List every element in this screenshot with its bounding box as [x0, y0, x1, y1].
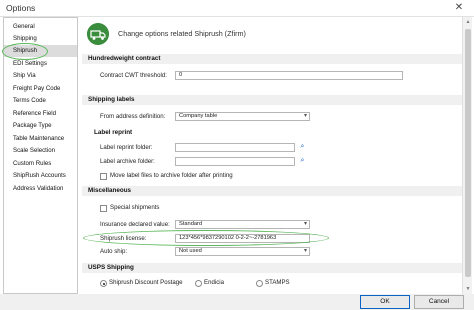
sidebar-item-freight-pay-code[interactable]: Freight Pay Code [4, 83, 77, 95]
cwt-threshold-input[interactable]: 0 [175, 71, 403, 80]
sidebar-item-edi-settings[interactable]: EDI Settings [4, 58, 77, 70]
insurance-value-select[interactable]: Standard [175, 220, 310, 229]
from-address-select[interactable]: Company table [175, 112, 310, 121]
from-address-label: From address definition: [100, 113, 166, 120]
scroll-thumb[interactable] [465, 29, 471, 277]
dialog-footer: OK Cancel [0, 294, 474, 310]
reprint-folder-search-icon[interactable]: ⌕ [297, 143, 308, 152]
section-label-reprint: Label reprint [94, 129, 133, 136]
auto-ship-label: Auto ship: [100, 248, 128, 255]
shiprush-license-input[interactable]: 123*456*9837290102 0-2-2~-2781963 [175, 234, 310, 243]
shiprush-license-label: Shiprush license: [100, 235, 147, 242]
radio-stamps[interactable] [256, 280, 263, 287]
special-shipments-checkbox[interactable] [100, 205, 107, 212]
section-miscellaneous: Miscellaneous [82, 186, 462, 196]
options-sidebar: General Shipping Shiprush EDI Settings S… [2, 17, 78, 294]
ok-button[interactable]: OK [360, 295, 410, 309]
section-shipping-labels: Shipping labels [82, 95, 462, 105]
move-files-label: Move label files to archive folder after… [110, 172, 233, 179]
panel-header: Change options related Shiprush (Zfirm) [118, 29, 246, 38]
cwt-threshold-label: Contract CWT threshold: [100, 72, 167, 79]
sidebar-item-scale-selection[interactable]: Scale Selection [4, 145, 77, 157]
reprint-folder-label: Label reprint folder: [100, 144, 153, 151]
sidebar-item-table-maintenance[interactable]: Table Maintenance [4, 133, 77, 145]
section-hundredweight: Hundredweight contract [82, 54, 462, 64]
archive-folder-search-icon[interactable]: ⌕ [297, 157, 308, 166]
radio-label-endicia: Endicia [204, 279, 224, 286]
sidebar-item-shipping[interactable]: Shipping [4, 33, 77, 45]
special-shipments-label: Special shipments [110, 204, 160, 211]
sidebar-item-address-validation[interactable]: Address Validation [4, 183, 77, 195]
sidebar-item-terms-code[interactable]: Terms Code [4, 95, 77, 107]
move-files-checkbox[interactable] [100, 173, 107, 180]
sidebar-item-reference-field[interactable]: Reference Field [4, 108, 77, 120]
title-bar: Options ✕ [0, 0, 474, 17]
scroll-up-icon[interactable]: ▲ [463, 17, 473, 27]
sidebar-item-shiprush-accounts[interactable]: ShipRush Accounts [4, 170, 77, 182]
auto-ship-select[interactable]: Not used [175, 247, 310, 256]
reprint-folder-input[interactable] [175, 143, 295, 152]
options-panel: Change options related Shiprush (Zfirm) … [82, 17, 462, 294]
panel-scrollbar[interactable]: ▲ ▼ [462, 17, 472, 294]
truck-icon [87, 23, 109, 45]
section-usps-shipping: USPS Shipping [82, 263, 462, 273]
scroll-down-icon[interactable]: ▼ [463, 284, 473, 294]
insurance-value-label: Insurance declared value: [100, 221, 170, 228]
sidebar-item-custom-rules[interactable]: Custom Rules [4, 158, 77, 170]
sidebar-item-general[interactable]: General [4, 21, 77, 33]
radio-shiprush-discount-postage[interactable] [100, 280, 107, 287]
radio-endicia[interactable] [195, 280, 202, 287]
radio-label-shiprush-discount-postage: Shiprush Discount Postage [109, 279, 183, 286]
sidebar-item-ship-via[interactable]: Ship Via [4, 70, 77, 82]
archive-folder-label: Label archive folder: [100, 158, 155, 165]
radio-label-stamps: STAMPS [265, 279, 290, 286]
sidebar-item-package-type[interactable]: Package Type [4, 120, 77, 132]
close-icon[interactable]: ✕ [444, 0, 474, 16]
cancel-button[interactable]: Cancel [414, 295, 464, 309]
sidebar-item-shiprush[interactable]: Shiprush [4, 45, 77, 57]
window-title: Options [6, 3, 36, 13]
archive-folder-input[interactable] [175, 157, 295, 166]
